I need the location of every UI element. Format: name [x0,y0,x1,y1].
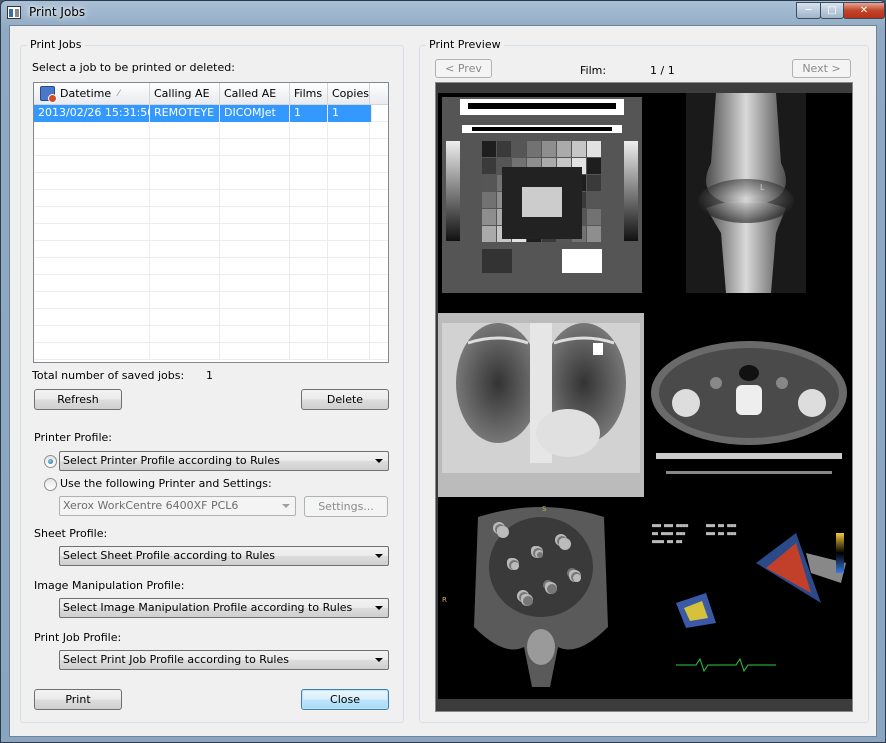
ultrasound-image: ■■■ ■■■ ■■■■ ■■ ■■■■ ■■■ ■■■■ ■■ ■■ ■■■ … [646,513,852,699]
sort-ascending-icon: ⁄ [118,89,120,99]
mri-image: S R [438,497,644,697]
column-header-films[interactable]: Films [290,83,328,105]
svg-text:■■■ ■■ ■■■: ■■■ ■■ ■■■ [706,531,736,537]
column-label: Datetime [60,87,112,100]
empty-table-row [34,173,388,190]
next-button[interactable]: Next > [792,59,851,78]
print-preview-group-title: Print Preview [426,38,504,51]
print-jobs-window: Print Jobs ─ □ ✕ Print Jobs Select a job… [0,0,886,743]
svg-text:L: L [760,183,765,192]
dialog-client: Print Jobs Select a job to be printed or… [9,25,877,737]
svg-text:■■■ ■■ ■■■: ■■■ ■■ ■■■ [706,523,736,529]
chevron-down-icon [375,606,383,610]
empty-table-row [34,326,388,343]
chevron-down-icon [282,504,290,508]
printer-select[interactable]: Xerox WorkCentre 6400XF PCL6 [59,496,296,516]
sheet-profile-value: Select Sheet Profile according to Rules [63,549,276,562]
empty-table-row [34,241,388,258]
chest-xray-image [438,313,644,513]
printer-manual-radio[interactable] [44,478,57,491]
empty-table-row [34,292,388,309]
minimize-icon[interactable]: ─ [796,2,821,19]
printer-profile-select[interactable]: Select Printer Profile according to Rule… [59,451,389,471]
column-header-called-ae[interactable]: Called AE [220,83,290,105]
empty-table-row [34,139,388,156]
empty-table-row [34,309,388,326]
total-jobs-value: 1 [206,369,213,382]
svg-text:■■ ■■■■ ■■■: ■■ ■■■■ ■■■ [652,531,685,537]
ct-scan-image [646,313,852,513]
image-profile-select[interactable]: Select Image Manipulation Profile accord… [59,598,389,618]
jobs-table[interactable]: Datetime ⁄ Calling AE Called AE Films Co… [33,82,389,363]
sheet-profile-label: Sheet Profile: [34,527,108,540]
empty-table-row [34,190,388,207]
job-profile-label: Print Job Profile: [34,631,122,644]
svg-text:■■■■ ■■ ■■: ■■■■ ■■ ■■ [652,539,682,545]
empty-table-row [34,224,388,241]
cell-calling-ae: REMOTEYE [150,105,220,122]
total-jobs-label: Total number of saved jobs: [32,369,185,382]
printer-value: Xerox WorkCentre 6400XF PCL6 [63,499,239,512]
chevron-down-icon [375,459,383,463]
svg-text:R: R [442,596,447,604]
print-button[interactable]: Print [34,689,122,710]
sheet-profile-select[interactable]: Select Sheet Profile according to Rules [59,546,389,566]
film-value: 1 / 1 [650,64,675,77]
print-jobs-group-title: Print Jobs [27,38,85,51]
printer-manual-label: Use the following Printer and Settings: [60,477,272,490]
empty-table-row [34,258,388,275]
empty-table-row [34,122,388,139]
column-header-datetime[interactable]: Datetime ⁄ [34,83,150,105]
print-preview-area[interactable]: L S R ■■■ ■■■ ■■■■ ■■ ■■■■ ■■■ ■■■■ ■■ ■… [435,82,853,712]
svg-text:■■■ ■■■ ■■■■: ■■■ ■■■ ■■■■ [652,523,688,529]
close-button[interactable]: Close [301,689,389,710]
printer-settings-button[interactable]: Settings... [304,496,388,517]
title-bar[interactable]: Print Jobs ─ □ ✕ [1,1,885,25]
instruction-label: Select a job to be printed or deleted: [32,61,235,74]
film-page: L S R ■■■ ■■■ ■■■■ ■■ ■■■■ ■■■ ■■■■ ■■ ■… [438,93,852,699]
empty-table-row [34,207,388,224]
job-profile-value: Select Print Job Profile according to Ru… [63,653,289,666]
prev-button[interactable]: < Prev [435,59,492,78]
image-profile-value: Select Image Manipulation Profile accord… [63,601,353,614]
column-header-calling-ae[interactable]: Calling AE [150,83,220,105]
cell-datetime: 2013/02/26 15:31:50 [34,105,154,122]
refresh-button[interactable]: Refresh [34,389,122,410]
window-title: Print Jobs [29,5,86,19]
close-icon[interactable]: ✕ [843,2,885,19]
table-row[interactable]: 2013/02/26 15:31:50 REMOTEYE DICOMJet 1 … [34,105,388,122]
column-header-copies[interactable]: Copies [328,83,370,105]
jobs-table-header: Datetime ⁄ Calling AE Called AE Films Co… [34,83,388,105]
knee-xray-image: L [646,93,852,293]
image-profile-label: Image Manipulation Profile: [34,579,185,592]
cell-called-ae: DICOMJet [220,105,290,122]
printer-profile-value: Select Printer Profile according to Rule… [63,454,280,467]
svg-text:S: S [542,505,547,513]
calendar-icon [40,86,57,103]
empty-table-row [34,156,388,173]
cell-copies: 1 [328,105,372,122]
test-pattern-image [442,97,642,293]
printer-rules-radio[interactable] [44,455,57,468]
printer-profile-label: Printer Profile: [34,431,112,444]
job-profile-select[interactable]: Select Print Job Profile according to Ru… [59,650,389,670]
empty-table-row [34,343,388,360]
chevron-down-icon [375,658,383,662]
cell-films: 1 [290,105,328,122]
delete-button[interactable]: Delete [301,389,389,410]
maximize-icon[interactable]: □ [820,2,844,19]
film-label: Film: [580,64,607,77]
app-icon [7,6,21,19]
chevron-down-icon [375,554,383,558]
empty-table-row [34,275,388,292]
